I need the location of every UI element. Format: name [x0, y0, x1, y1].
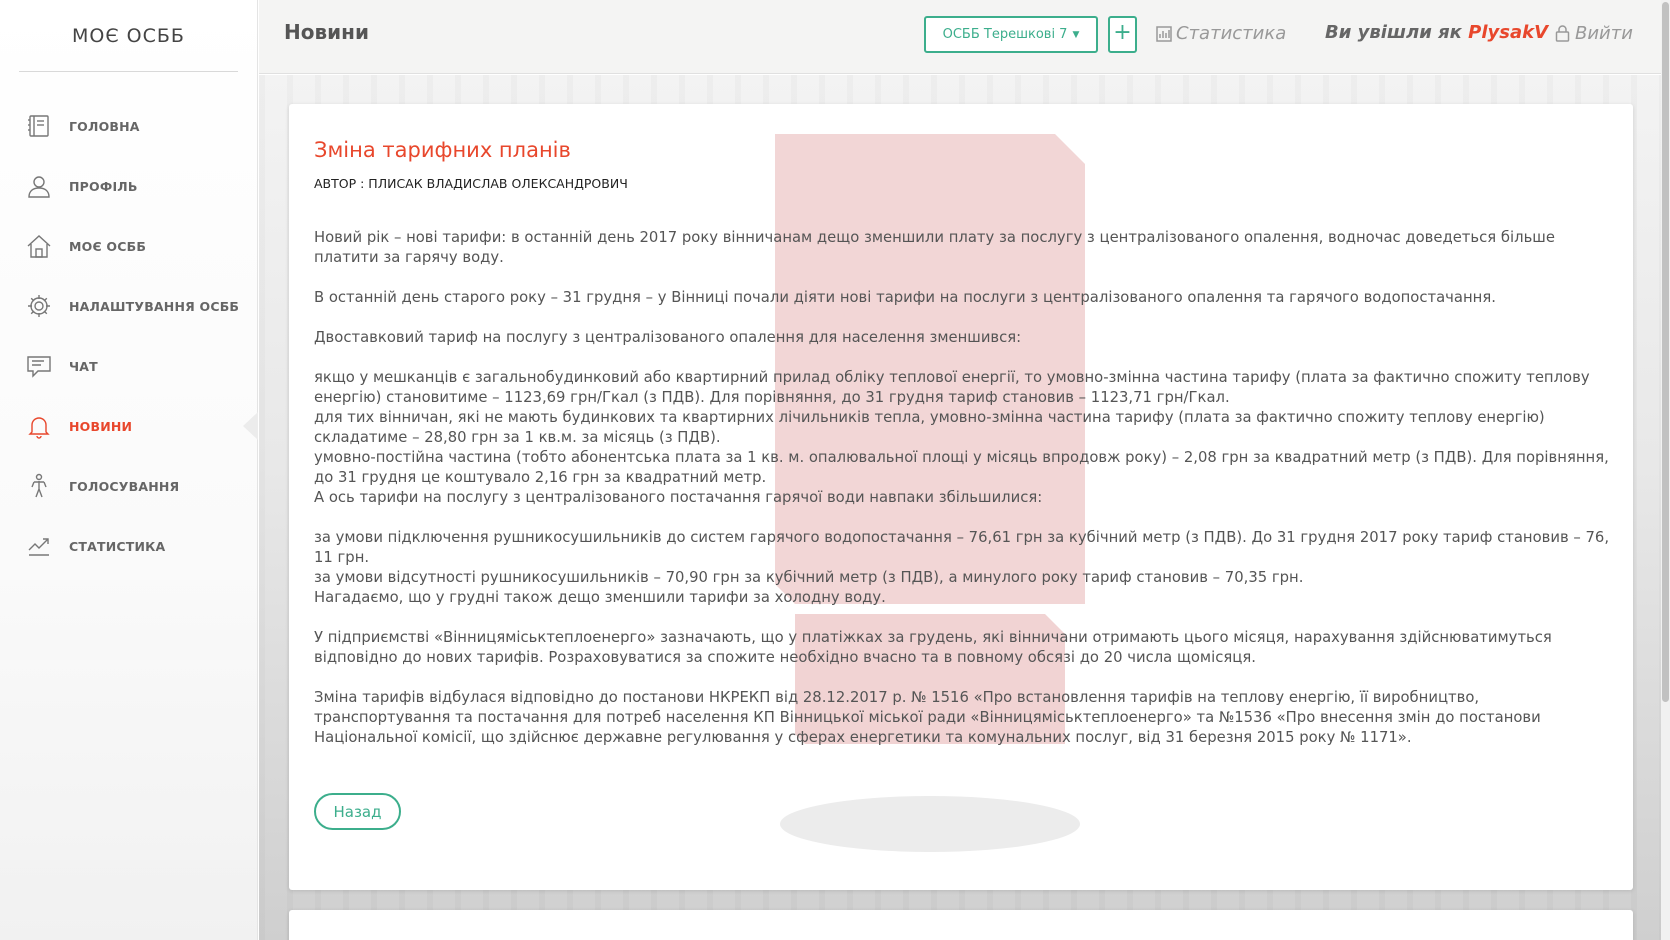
sidebar-item-label: Статистика [69, 538, 166, 554]
sidebar-item-label: Голосування [69, 478, 180, 494]
sidebar-item-label: Налаштування ОСББ [69, 298, 240, 314]
logout-label: Вийти [1575, 23, 1633, 44]
brand-logo[interactable]: МОЄ ОСББ [19, 0, 238, 72]
chat-icon [26, 353, 52, 379]
logged-in-indicator: Ви увішли як PlysakV [1325, 22, 1548, 43]
sidebar-item-news[interactable]: Новини [0, 396, 258, 456]
article-paragraph: Зміна тарифів відбулася відповідно до по… [314, 689, 1541, 746]
article-paragraph: за умови відсутності рушникосушильників … [314, 569, 1304, 586]
lock-icon [1555, 25, 1570, 42]
sidebar-item-label: Головна [69, 118, 140, 134]
sidebar-item-label: Новини [69, 418, 133, 434]
article: Зміна тарифних планів АВТОР : ПЛИСАК ВЛА… [314, 104, 1610, 830]
statistics-link-label: Статистика [1176, 23, 1287, 44]
statistics-link[interactable]: Статистика [1156, 23, 1286, 44]
article-title: Зміна тарифних планів [314, 138, 571, 162]
caret-down-icon: ▼ [1072, 29, 1080, 40]
article-paragraph: У підприємстві «Вінницяміськтеплоенерго»… [314, 629, 1552, 666]
home-icon [26, 233, 52, 259]
username[interactable]: PlysakV [1468, 22, 1548, 43]
logged-in-prefix: Ви увішли як [1325, 22, 1462, 43]
article-paragraph: А ось тарифи на послугу з централізовано… [314, 489, 1043, 506]
article-paragraph: Новий рік – нові тарифи: в останній день… [314, 229, 1555, 266]
article-paragraph: за умови підключення рушникосушильників … [314, 529, 1610, 566]
sidebar-item-my-osbb[interactable]: Моє ОСББ [0, 216, 257, 276]
sidebar-nav: Головна Профіль Моє ОСББ Налаштування ОС… [0, 96, 258, 576]
sidebar-item-home[interactable]: Головна [0, 96, 257, 156]
sidebar-item-profile[interactable]: Профіль [0, 156, 257, 216]
chart-icon [1156, 25, 1172, 42]
article-paragraph: умовно-постійна частина (тобто абонентсь… [314, 449, 1609, 486]
trend-icon [26, 533, 52, 559]
news-card: Зміна тарифних планів АВТОР : ПЛИСАК ВЛА… [289, 104, 1633, 890]
add-osbb-button[interactable]: + [1108, 16, 1137, 53]
sidebar-item-chat[interactable]: Чат [0, 336, 257, 396]
article-paragraph: для тих вінничан, які не мають будинкови… [314, 409, 1545, 446]
bell-icon [26, 413, 52, 439]
sidebar-item-label: Профіль [69, 178, 138, 194]
logout-button[interactable]: Вийти [1555, 23, 1633, 44]
page-title: Новини [284, 20, 369, 44]
osbb-select-value: ОСББ Терешкові 7 [942, 27, 1068, 42]
user-icon [26, 173, 52, 199]
article-paragraph: Нагадаємо, що у грудні також дещо зменши… [314, 589, 886, 606]
top-bar: Новини ОСББ Терешкові 7 ▼ + Статистика В… [259, 0, 1661, 74]
scrollbar-thumb[interactable] [1662, 2, 1669, 702]
article-paragraph: Двоставковий тариф на послугу з централі… [314, 329, 1022, 346]
article-paragraph: якщо у мешканців є загальнобудинковий аб… [314, 369, 1590, 406]
next-card [289, 910, 1633, 940]
gear-icon [26, 293, 52, 319]
sidebar-item-label: Чат [69, 358, 98, 374]
scrollbar[interactable] [1661, 0, 1670, 940]
book-icon [26, 113, 52, 139]
sidebar-item-statistics[interactable]: Статистика [0, 516, 257, 576]
article-body: Новий рік – нові тарифи: в останній день… [314, 228, 1610, 748]
person-icon [26, 473, 52, 499]
sidebar-item-osbb-settings[interactable]: Налаштування ОСББ [0, 276, 257, 336]
back-button[interactable]: Назад [314, 793, 401, 830]
sidebar-item-label: Моє ОСББ [69, 238, 147, 254]
sidebar: МОЄ ОСББ Головна Профіль Моє ОСББ Налашт… [0, 0, 258, 940]
article-author: АВТОР : ПЛИСАК ВЛАДИСЛАВ ОЛЕКСАНДРОВИЧ [314, 176, 628, 191]
sidebar-item-voting[interactable]: Голосування [0, 456, 257, 516]
osbb-select[interactable]: ОСББ Терешкові 7 ▼ [924, 16, 1098, 53]
article-paragraph: В останній день старого року – 31 грудня… [314, 289, 1496, 306]
